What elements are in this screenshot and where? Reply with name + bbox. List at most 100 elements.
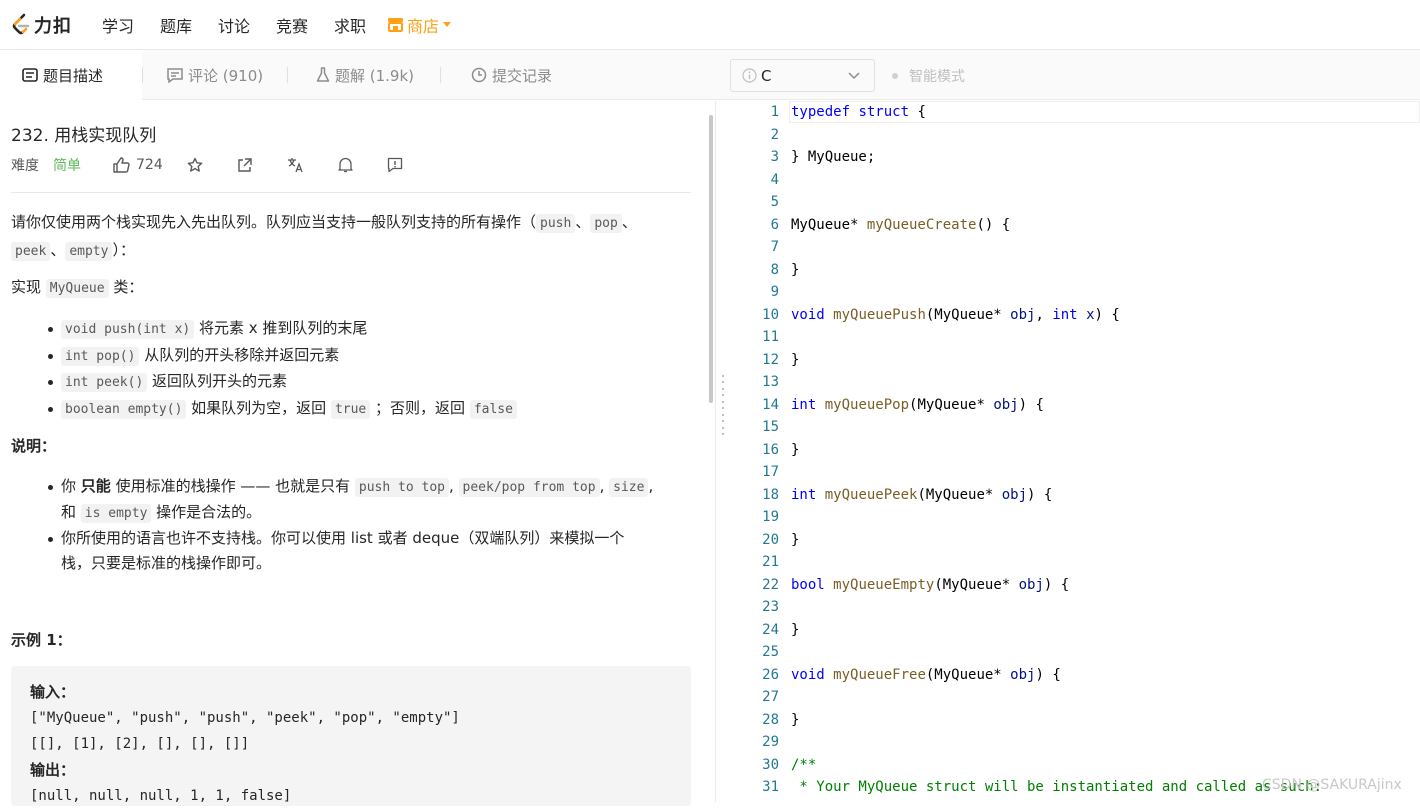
code-line[interactable] [791,686,1420,709]
code-token: int [791,486,817,503]
editor-toolbar: C 智能模式 [716,50,1420,100]
code-line[interactable]: void myQueuePush(MyQueue* obj, int x) { [791,304,1420,327]
line-number: 8 [770,261,779,278]
code-token: myQueuePush [833,306,926,323]
code-line[interactable]: void myQueueFree(MyQueue* obj) { [791,664,1420,687]
note-text: 使用标准的栈操作 —— 也就是只有 [110,477,355,495]
example-output-line: [null, null, null, 1, 1, false] [30,788,292,804]
notes-heading: 说明： [11,437,57,455]
code-line[interactable]: int myQueuePeek(MyQueue* obj) { [791,484,1420,507]
code-line[interactable] [791,551,1420,574]
code-line[interactable] [791,731,1420,754]
code-line[interactable] [791,326,1420,349]
tab-solutions[interactable]: 题解 (1.9k) [316,50,414,100]
code-token: obj [1010,306,1036,323]
top-navbar: 力扣 学习 题库 讨论 竞赛 求职 商店 [0,0,1420,50]
list-item: 你所使用的语言也许不支持栈。你可以使用 list 或者 deque（双端队列）来… [11,526,691,576]
tab-description[interactable]: 题目描述 [0,50,142,100]
code-line[interactable]: typedef struct { [791,101,1420,124]
store-icon [388,18,403,32]
info-icon [742,68,757,83]
code-line[interactable] [791,371,1420,394]
star-icon [187,157,203,172]
code-token: obj [1001,486,1028,503]
like-button[interactable]: 724 [113,157,163,173]
watermark: CSDN @SAKURAjinx [1262,777,1402,793]
note-bold: 只能 [80,477,111,495]
code-token: { [909,104,926,120]
separator: , [599,477,610,495]
tab-submissions[interactable]: 提交记录 [471,50,552,100]
code-line[interactable] [791,281,1420,304]
code-line[interactable] [791,236,1420,259]
inline-code: push [536,214,576,233]
code-line[interactable] [791,416,1420,439]
code-token: } [791,531,800,548]
nav-contest[interactable]: 竞赛 [271,13,313,37]
code-token: myQueuePop [824,396,910,413]
code-token: obj [1010,666,1036,683]
language-select[interactable]: C [730,59,875,92]
notify-button[interactable] [338,157,353,173]
translate-button[interactable] [287,157,304,173]
code-line[interactable]: MyQueue* myQueueCreate() { [791,214,1420,237]
panel-resize-handle[interactable] [722,375,725,435]
code-line[interactable]: } [791,709,1420,732]
share-button[interactable] [237,157,253,173]
code-line[interactable] [791,124,1420,147]
code-token: } [791,261,800,278]
nav-discuss[interactable]: 讨论 [213,13,255,37]
list-item: int pop() 从队列的开头移除并返回元素 [11,343,691,370]
code-line[interactable]: /** [791,754,1420,777]
nav-jobs[interactable]: 求职 [329,13,371,37]
tab-comments[interactable]: 评论 (910) [167,50,263,100]
difficulty-badge: 简单 [53,158,81,174]
problem-tabbar: 题目描述 评论 (910) 题解 (1.9k) 提交记录 [0,50,716,100]
nav-store[interactable]: 商店 [387,13,452,37]
code-editor[interactable]: 1 2 3 4 5 6 7 8 9 10 11 12 13 14 15 16 17 18 19 20 21 22 23 24 2… [731,101,1420,802]
code-line[interactable]: } MyQueue; [791,146,1420,169]
nav-learn[interactable]: 学习 [97,13,139,37]
code-token: ) { [1043,576,1070,593]
code-line[interactable]: } [791,529,1420,552]
inline-code: pop [590,214,622,233]
favorite-button[interactable] [187,157,203,173]
example-input-line: ["MyQueue", "push", "push", "peek", "pop… [30,710,460,726]
code-token: bool [791,576,825,593]
description-scrollbar[interactable] [709,115,713,403]
code-line[interactable]: int myQueuePop(MyQueue* obj) { [791,394,1420,417]
line-number: 6 [770,216,779,233]
smart-mode-toggle[interactable]: 智能模式 [892,66,965,86]
leetcode-logo[interactable]: 力扣 [11,12,81,38]
code-line[interactable]: } [791,439,1420,462]
tab-description-label: 题目描述 [43,66,104,85]
code-line[interactable] [791,641,1420,664]
code-line[interactable] [791,506,1420,529]
line-number: 18 [762,486,779,503]
code-line[interactable] [791,461,1420,484]
line-number: 28 [762,711,779,728]
code-token: void [791,306,825,323]
feedback-button[interactable] [387,157,403,173]
code-line[interactable]: } [791,349,1420,372]
line-number: 10 [762,306,779,323]
share-icon [238,158,252,172]
code-line[interactable]: } [791,619,1420,642]
code-line[interactable] [791,596,1420,619]
meta-divider [11,192,691,193]
line-number: 7 [770,239,779,255]
line-number: 16 [762,441,779,458]
separator: 、 [575,213,591,231]
nav-problems[interactable]: 题库 [155,13,197,37]
code-line[interactable]: bool myQueueEmpty(MyQueue* obj) { [791,574,1420,597]
separator: , [448,477,459,495]
code-line[interactable]: } [791,259,1420,282]
language-value: C [761,66,772,85]
example-input-label: 输入： [30,683,76,701]
code-line[interactable] [791,169,1420,192]
code-line[interactable] [791,191,1420,214]
code-area[interactable]: typedef struct { } MyQueue; MyQueue* myQue… [791,101,1420,799]
